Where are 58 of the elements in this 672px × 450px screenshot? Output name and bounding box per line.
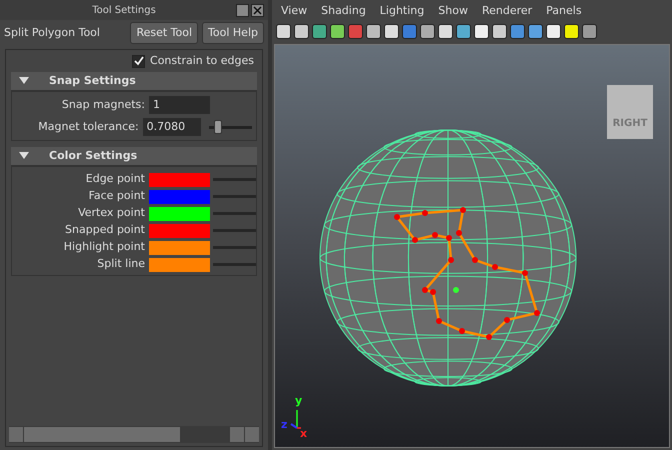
- toolbar-icon[interactable]: [312, 24, 327, 38]
- close-icon: [253, 6, 262, 14]
- color-label: Edge point: [84, 171, 146, 188]
- menu-item[interactable]: Show: [438, 2, 468, 20]
- close-button[interactable]: [251, 4, 264, 16]
- section-header[interactable]: Snap Settings: [11, 72, 257, 91]
- scrollbar-thumb[interactable]: [24, 427, 180, 442]
- viewport[interactable]: RIGHT y x z: [274, 44, 670, 448]
- axis-label: x: [300, 426, 308, 442]
- color-swatch[interactable]: [149, 206, 210, 220]
- toolbar-icon[interactable]: [546, 24, 561, 38]
- toolbar-icon[interactable]: [492, 24, 507, 38]
- slider-thumb[interactable]: [214, 120, 222, 134]
- axis-label: y: [295, 392, 302, 408]
- toolbar-icon[interactable]: [366, 24, 381, 38]
- triangle-icon[interactable]: [19, 77, 29, 85]
- triangle-icon[interactable]: [19, 152, 29, 160]
- menu-item[interactable]: Lighting: [380, 2, 424, 20]
- toolbar-icon[interactable]: [564, 24, 579, 38]
- toolbar-icon[interactable]: [276, 24, 291, 38]
- color-swatch[interactable]: [149, 172, 210, 186]
- checkbox-label: Constrain to edges: [150, 52, 254, 69]
- tool-button[interactable]: Reset Tool: [130, 22, 198, 44]
- toolbar-icon[interactable]: [438, 24, 453, 38]
- color-label: Highlight point: [62, 239, 146, 256]
- menu-item[interactable]: View: [281, 2, 308, 20]
- color-label: Vertex point: [77, 205, 146, 222]
- section-header[interactable]: Color Settings: [11, 147, 257, 166]
- color-label: Face point: [88, 188, 146, 204]
- color-label: Split line: [96, 256, 146, 272]
- menu-item[interactable]: Renderer: [482, 2, 532, 20]
- color-label: Snapped point: [64, 222, 146, 238]
- toolbar-icon[interactable]: [294, 24, 309, 38]
- color-swatch[interactable]: [149, 190, 210, 204]
- tool-button[interactable]: Tool Help: [202, 22, 264, 44]
- panel-title: Tool Settings: [91, 4, 157, 18]
- tool-name: Split Polygon Tool: [4, 24, 101, 41]
- color-swatch[interactable]: [149, 258, 210, 272]
- toolbar-icon[interactable]: [582, 24, 597, 38]
- field-label: Magnet tolerance:: [37, 118, 140, 135]
- toolbar-icon[interactable]: [330, 24, 345, 38]
- float-button[interactable]: [236, 4, 249, 16]
- axis-label: z: [281, 416, 288, 432]
- color-swatch[interactable]: [149, 240, 210, 254]
- toolbar-icon[interactable]: [528, 24, 543, 38]
- input-field[interactable]: 1: [149, 96, 210, 114]
- checkbox[interactable]: [132, 54, 146, 68]
- menu-item[interactable]: Panels: [546, 2, 582, 20]
- toolbar-icon[interactable]: [456, 24, 471, 38]
- toolbar-icon[interactable]: [420, 24, 435, 38]
- toolbar-icon[interactable]: [474, 24, 489, 38]
- color-swatch[interactable]: [149, 224, 210, 238]
- check-icon: [134, 56, 144, 66]
- input-field[interactable]: 0.7080: [142, 118, 202, 136]
- menu-item[interactable]: Shading: [321, 2, 366, 20]
- field-label: Snap magnets:: [60, 96, 146, 113]
- toolbar-icon[interactable]: [384, 24, 399, 38]
- axis-gizmo-drawing: [289, 409, 301, 429]
